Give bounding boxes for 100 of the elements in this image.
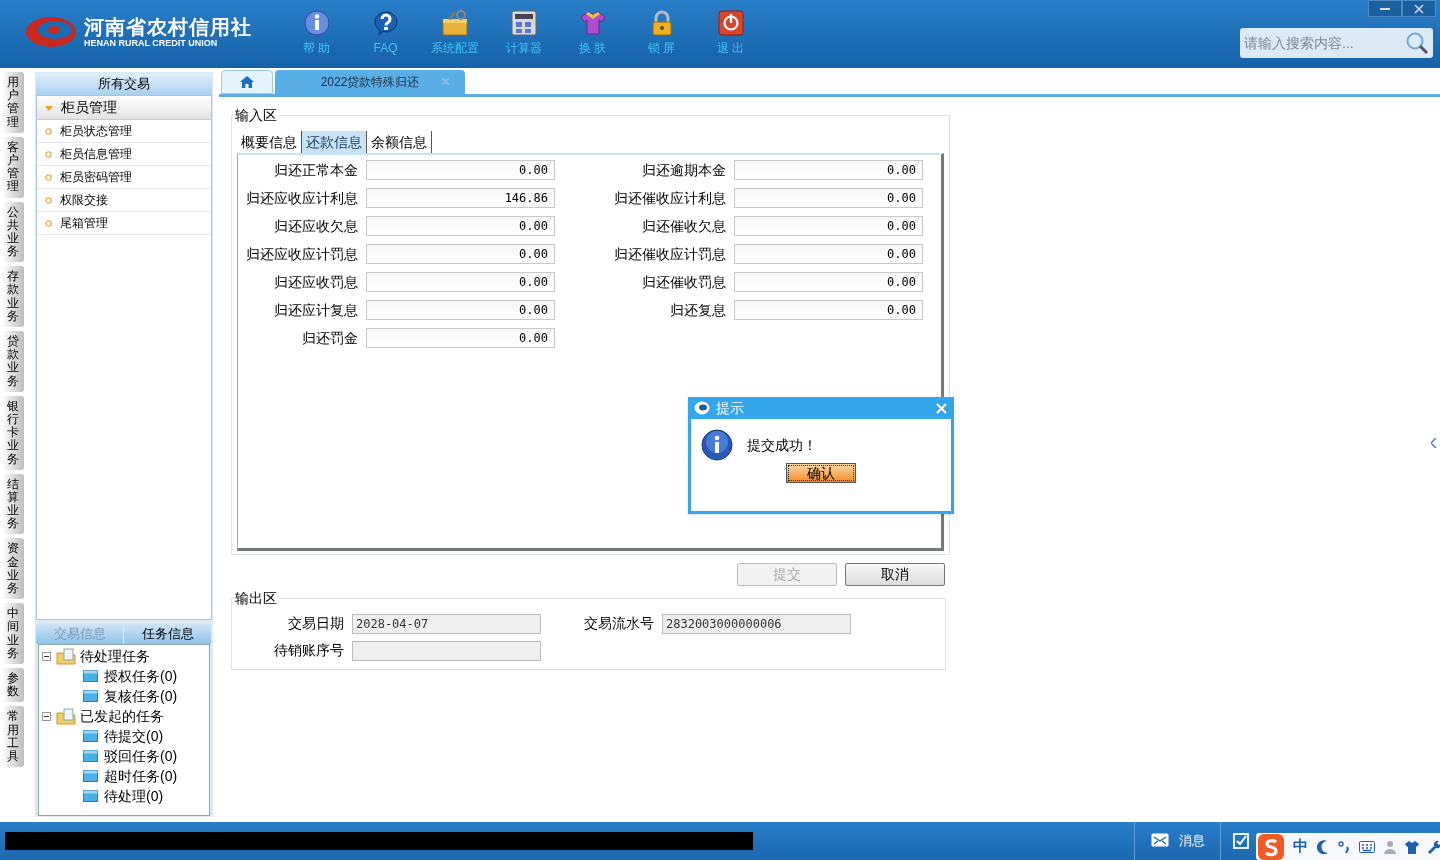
field-label: 待销账序号 [274, 641, 344, 660]
folder-document-icon [56, 707, 76, 725]
group-header[interactable]: 柜员管理 [37, 96, 211, 120]
menu-item[interactable]: 权限交接 [37, 189, 211, 212]
shirt-icon [579, 10, 606, 36]
field-label: 归还催收罚息 [642, 272, 726, 292]
side-tab[interactable]: 中间业务 [2, 603, 24, 664]
field-label: 归还复息 [670, 300, 726, 320]
tree-node[interactable]: 授权任务(0) [104, 665, 178, 687]
moon-icon [1317, 839, 1329, 854]
status-item[interactable]: 消息 [1134, 822, 1220, 860]
dialog-title: 提示 [716, 398, 745, 418]
input-field[interactable]: 0.00 [366, 216, 555, 236]
home-tab[interactable] [221, 70, 273, 94]
logo-icon [24, 14, 78, 50]
field-label: 交易日期 [288, 614, 344, 633]
tree-node[interactable]: 复核任务(0) [104, 685, 178, 707]
field-label: 归还应收罚息 [274, 272, 358, 292]
side-tab[interactable]: 存款业务 [2, 266, 24, 327]
keyboard-icon [1359, 840, 1375, 853]
field-label: 归还逾期本金 [642, 160, 726, 180]
home-icon [239, 75, 255, 89]
side-tab[interactable]: 结算业务 [2, 473, 24, 535]
folder-icon [83, 750, 98, 762]
field-label: 归还罚金 [302, 328, 358, 348]
question-bubble-icon [372, 10, 399, 36]
checkbox-icon [1233, 833, 1251, 849]
close-button[interactable] [1402, 0, 1436, 17]
input-field[interactable]: 0.00 [366, 244, 555, 264]
tree-node[interactable]: 待提交(0) [104, 725, 164, 747]
side-tab[interactable]: 参数 [2, 667, 24, 703]
close-icon [935, 402, 947, 414]
input-field[interactable]: 0.00 [734, 244, 923, 264]
field-label: 归还催收应计利息 [614, 188, 726, 208]
section-label: 输入区 [235, 107, 279, 123]
panel-tab[interactable]: 任务信息 [124, 624, 212, 644]
side-tab[interactable]: 银行卡业务 [2, 395, 24, 470]
menu-item[interactable]: 尾箱管理 [37, 212, 211, 235]
ring-icon [45, 219, 52, 227]
info-icon [701, 429, 733, 461]
minimize-button[interactable] [1368, 0, 1402, 17]
calculator-icon [510, 10, 537, 36]
output-field[interactable]: 2028-04-07 [352, 613, 541, 634]
input-field[interactable]: 0.00 [366, 272, 555, 292]
logo-subtitle: HENAN RURAL CREDIT UNION [84, 38, 219, 48]
output-field[interactable]: 2832003000000006 [662, 613, 851, 634]
info-icon [303, 10, 330, 36]
menu-item[interactable]: 柜员信息管理 [37, 143, 211, 166]
menu-item[interactable]: 柜员密码管理 [37, 166, 211, 189]
tree-node[interactable]: 待处理任务 [80, 645, 150, 667]
ime-mode[interactable]: 中 [1293, 835, 1308, 858]
punctuation-icon [1338, 840, 1350, 853]
side-tab[interactable]: 公共业务 [2, 201, 24, 263]
search-field[interactable]: 请输入搜索内容... [1240, 28, 1433, 58]
field-label: 归还催收应计罚息 [614, 244, 726, 264]
field-label: 交易流水号 [584, 614, 654, 633]
tree-node[interactable]: 已发起的任务 [80, 705, 164, 727]
logo-icon [694, 401, 710, 415]
side-tab[interactable]: 常用工具 [2, 706, 24, 768]
folder-icon [83, 770, 98, 782]
form-tab[interactable]: 还款信息 [302, 131, 367, 153]
field-label: 归还应计复息 [274, 300, 358, 320]
side-tab[interactable]: 用户管理 [2, 72, 24, 133]
side-tab[interactable]: 资金业务 [2, 538, 24, 600]
input-field[interactable]: 0.00 [366, 328, 555, 348]
output-field[interactable] [352, 640, 541, 661]
tree-node[interactable]: 待处理(0) [104, 785, 164, 807]
input-field[interactable]: 0.00 [734, 160, 923, 180]
ring-icon [45, 127, 52, 135]
logo-title: 河南省农村信用社 [84, 16, 252, 37]
input-field[interactable]: 0.00 [366, 160, 555, 180]
side-tab[interactable]: 贷款业务 [2, 331, 24, 392]
shirt-icon [1405, 839, 1419, 854]
ring-icon [45, 173, 52, 181]
input-field[interactable]: 0.00 [734, 188, 923, 208]
field-label: 归还正常本金 [274, 160, 358, 180]
form-button[interactable]: 取消 [845, 563, 945, 586]
confirm-button[interactable]: 确认 [786, 463, 856, 483]
tree-node[interactable]: 驳回任务(0) [104, 745, 178, 767]
folder-icon [83, 690, 98, 702]
person-icon [1384, 839, 1396, 854]
input-field[interactable]: 0.00 [734, 272, 923, 292]
folder-icon [83, 670, 98, 682]
section-label: 输出区 [235, 590, 279, 606]
side-tab[interactable]: 客户管理 [2, 136, 24, 198]
field-label: 归还催收欠息 [642, 216, 726, 236]
dialog-message: 提交成功！ [747, 435, 817, 455]
input-field[interactable]: 0.00 [366, 300, 555, 320]
field-label: 归还应收应计利息 [246, 188, 358, 208]
folder-document-icon [56, 647, 76, 665]
ring-icon [45, 196, 52, 204]
tree-node[interactable]: 超时任务(0) [104, 765, 178, 787]
page-tab[interactable]: 2022贷款特殊归还 [275, 70, 465, 94]
envelope-icon [1151, 833, 1169, 849]
input-field[interactable]: 0.00 [734, 216, 923, 236]
toolbox-icon [441, 10, 468, 36]
menu-item[interactable]: 柜员状态管理 [37, 120, 211, 143]
ring-icon [45, 150, 52, 158]
input-field[interactable]: 146.86 [366, 188, 555, 208]
input-field[interactable]: 0.00 [734, 300, 923, 320]
